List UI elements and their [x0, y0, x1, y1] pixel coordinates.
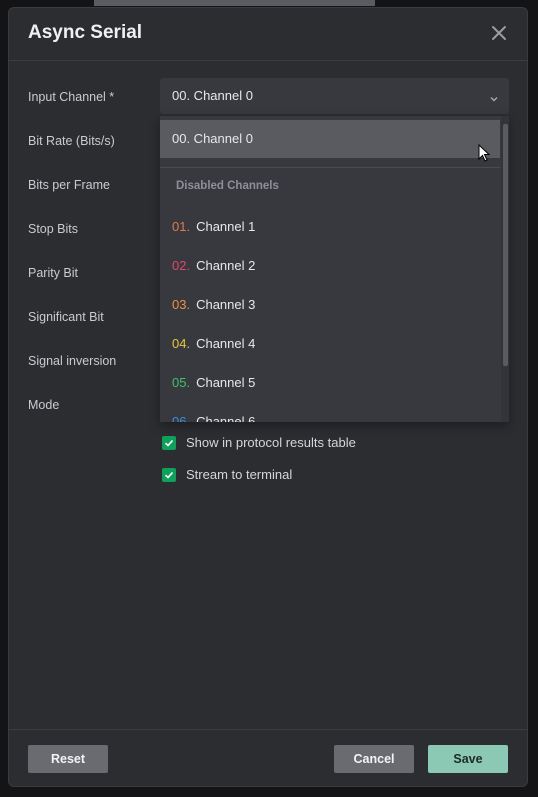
dropdown-group-label: Disabled Channels: [176, 180, 279, 192]
backdrop-tab-bar: [94, 0, 375, 6]
signal-inversion-label: Signal inversion: [28, 354, 117, 368]
input-channel-label: Input Channel *: [28, 90, 115, 104]
channel-number: 06.: [172, 414, 191, 422]
close-icon[interactable]: [491, 25, 507, 41]
mode-label: Mode: [28, 398, 60, 412]
parity-bit-label: Parity Bit: [28, 266, 79, 280]
show-in-table-checkbox[interactable]: [162, 436, 176, 450]
input-channel-dropdown: 00. Channel 0 Disabled Channels 01. Chann…: [160, 116, 509, 422]
dropdown-divider: [160, 167, 500, 168]
dropdown-option-channel-1[interactable]: 01. Channel 1: [160, 208, 500, 247]
dropdown-option-selected[interactable]: 00. Channel 0: [160, 120, 500, 158]
dropdown-option-channel-6[interactable]: 06. Channel 6: [160, 403, 500, 422]
dropdown-option-channel-3[interactable]: 03. Channel 3: [160, 286, 500, 325]
channel-label: Channel 6: [196, 414, 256, 422]
channel-number: 01.: [172, 219, 191, 234]
checkmark-icon: [164, 439, 174, 447]
channel-number: 02.: [172, 258, 191, 273]
dropdown-option-channel-2[interactable]: 02. Channel 2: [160, 247, 500, 286]
channel-label: Channel 5: [196, 375, 256, 390]
bit-rate-label: Bit Rate (Bits/s): [28, 134, 115, 148]
dropdown-option-channel-4[interactable]: 04. Channel 4: [160, 325, 500, 364]
channel-number: 05.: [172, 375, 191, 390]
checkmark-icon: [164, 471, 174, 479]
stream-to-terminal-label: Stream to terminal: [186, 467, 293, 482]
channel-label: Channel 1: [196, 219, 256, 234]
scrollbar-thumb[interactable]: [503, 124, 508, 366]
input-channel-value: 00. Channel 0: [172, 88, 253, 103]
dialog-header: Async Serial: [9, 8, 527, 61]
chevron-down-icon: [489, 91, 499, 102]
stream-to-terminal-checkbox[interactable]: [162, 468, 176, 482]
save-button[interactable]: Save: [428, 745, 508, 773]
dropdown-scrollbar[interactable]: [501, 116, 509, 422]
dropdown-option-channel-5[interactable]: 05. Channel 5: [160, 364, 500, 403]
channel-number: 04.: [172, 336, 191, 351]
mouse-pointer-icon: [478, 143, 492, 164]
bits-per-frame-label: Bits per Frame: [28, 178, 110, 192]
stop-bits-label: Stop Bits: [28, 222, 79, 236]
reset-button[interactable]: Reset: [28, 745, 108, 773]
significant-bit-label: Significant Bit: [28, 310, 104, 324]
cancel-button[interactable]: Cancel: [334, 745, 414, 773]
channel-label: Channel 2: [196, 258, 256, 273]
dialog-footer: Reset Cancel Save: [9, 729, 527, 788]
channel-label: Channel 4: [196, 336, 256, 351]
show-in-table-label: Show in protocol results table: [186, 435, 356, 450]
dropdown-option-label: 00. Channel 0: [172, 131, 253, 146]
async-serial-dialog: Async Serial Input Channel * Bit Rate (B…: [8, 7, 528, 787]
channel-label: Channel 3: [196, 297, 256, 312]
input-channel-select[interactable]: 00. Channel 0: [160, 78, 509, 114]
dialog-title: Async Serial: [28, 22, 143, 43]
channel-number: 03.: [172, 297, 191, 312]
